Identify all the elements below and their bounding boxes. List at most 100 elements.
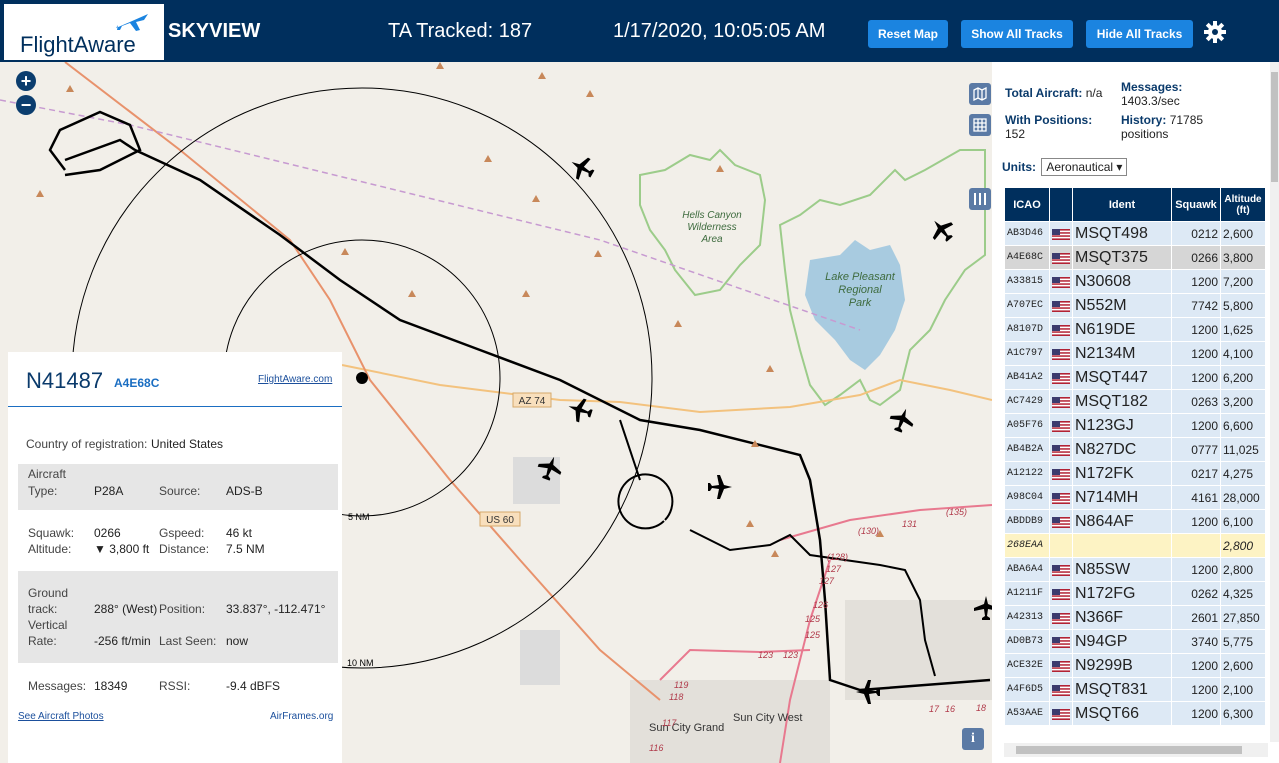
cell-icao: A1211F [1005, 582, 1049, 605]
history-label: History: [1121, 113, 1167, 127]
cell-flag [1050, 534, 1072, 557]
rssi-value: -9.4 dBFS [226, 679, 281, 693]
cell-icao: A05F76 [1005, 414, 1049, 437]
cell-squawk [1172, 534, 1220, 557]
grid-icon[interactable] [969, 114, 991, 136]
messages-rate-label: Messages: [1121, 80, 1183, 94]
table-row[interactable]: A4E68C MSQT375 0266 3,800 [1005, 246, 1265, 269]
cell-flag [1050, 222, 1072, 245]
col-squawk[interactable]: Squawk [1172, 188, 1220, 221]
flightaware-link[interactable]: FlightAware.com [258, 374, 332, 385]
us-flag-icon [1052, 564, 1070, 576]
table-row[interactable]: A53AAE MSQT66 1200 6,300 [1005, 702, 1265, 725]
horizontal-scrollbar[interactable] [1004, 743, 1268, 757]
cell-flag [1050, 246, 1072, 269]
country-value: United States [151, 437, 224, 451]
scrollbar-thumb[interactable] [1016, 746, 1242, 754]
map-label-5nm: 5 NM [348, 512, 370, 522]
zoom-in-button[interactable]: + [16, 71, 36, 91]
aircraft-table: ICAO Ident Squawk Altitude (ft) AB3D46 MS… [1004, 187, 1266, 726]
hide-all-tracks-button[interactable]: Hide All Tracks [1086, 20, 1193, 48]
col-ident[interactable]: Ident [1073, 188, 1171, 221]
position-value: 33.837°, -112.471° [226, 602, 326, 616]
table-row[interactable]: A42313 N366F 2601 27,850 [1005, 606, 1265, 629]
squawk-value: 0266 [94, 526, 121, 540]
table-row[interactable]: A05F76 N123GJ 1200 6,600 [1005, 414, 1265, 437]
table-row[interactable]: A1211F N172FG 0262 4,325 [1005, 582, 1265, 605]
history: History: 71785 positions [1121, 113, 1203, 141]
tracked-count: TA Tracked: 187 [388, 20, 533, 42]
map-label-route: 117 [662, 718, 677, 728]
cell-icao: ACE32E [1005, 654, 1049, 677]
table-row[interactable]: AC7429 MSQT182 0263 3,200 [1005, 390, 1265, 413]
table-row[interactable]: ABA6A4 N85SW 1200 2,800 [1005, 558, 1265, 581]
total-aircraft-label: Total Aircraft: [1005, 86, 1083, 100]
cell-icao: A8107D [1005, 318, 1049, 341]
reset-map-button[interactable]: Reset Map [868, 20, 948, 48]
units-select[interactable]: Aeronautical ▾ [1041, 158, 1128, 176]
cell-squawk: 1200 [1172, 414, 1220, 437]
scrollbar-thumb[interactable] [1271, 72, 1278, 182]
show-all-tracks-button[interactable]: Show All Tracks [961, 20, 1073, 48]
airplane-icon[interactable] [925, 213, 959, 247]
map-label-route: (128) [827, 552, 848, 562]
zoom-out-button[interactable]: − [16, 95, 36, 115]
current-datetime: 1/17/2020, 10:05:05 AM [613, 20, 826, 42]
vrate-value: -256 ft/min [94, 634, 151, 648]
airplane-icon[interactable] [708, 475, 732, 499]
airplane-icon[interactable] [566, 152, 599, 185]
info-button[interactable]: i [962, 728, 984, 750]
us-flag-icon [1052, 348, 1070, 360]
cell-icao: A1C797 [1005, 342, 1049, 365]
table-row[interactable]: 268EAA 2,800 [1005, 534, 1265, 557]
map-label-hells-canyon-2: Wilderness [687, 222, 736, 233]
flightaware-logo[interactable]: FlightAware [4, 4, 164, 60]
gear-icon[interactable] [1203, 20, 1227, 44]
cell-icao: AB3D46 [1005, 222, 1049, 245]
airplane-icon[interactable] [887, 405, 918, 436]
map-layers-icon[interactable] [969, 83, 991, 105]
cell-squawk: 4161 [1172, 486, 1220, 509]
us-flag-icon [1052, 492, 1070, 504]
us-flag-icon [1052, 636, 1070, 648]
table-row[interactable]: AB41A2 MSQT447 1200 6,200 [1005, 366, 1265, 389]
aircraft-photos-link[interactable]: See Aircraft Photos [18, 711, 104, 722]
table-row[interactable]: A707EC N552M 7742 5,800 [1005, 294, 1265, 317]
table-row[interactable]: A8107D N619DE 1200 1,625 [1005, 318, 1265, 341]
cell-squawk: 0262 [1172, 582, 1220, 605]
info-band [18, 571, 338, 663]
col-altitude[interactable]: Altitude (ft) [1221, 188, 1265, 221]
table-row[interactable]: A12122 N172FK 0217 4,275 [1005, 462, 1265, 485]
table-row[interactable]: ACE32E N9299B 1200 2,600 [1005, 654, 1265, 677]
map-label-hells-canyon-3: Area [700, 234, 723, 245]
map-label-route: 119 [674, 680, 688, 690]
with-positions-value: 152 [1005, 127, 1026, 141]
vertical-scrollbar[interactable] [1270, 62, 1279, 742]
cell-altitude: 2,100 [1221, 678, 1265, 701]
cell-squawk: 1200 [1172, 678, 1220, 701]
map-label-route: 17 [929, 704, 940, 714]
table-row[interactable]: A98C04 N714MH 4161 28,000 [1005, 486, 1265, 509]
map-label-hells-canyon-1: Hells Canyon [682, 210, 742, 221]
table-row[interactable]: A33815 N30608 1200 7,200 [1005, 270, 1265, 293]
table-row[interactable]: AD0B73 N94GP 3740 5,775 [1005, 630, 1265, 653]
table-row[interactable]: A4F6D5 MSQT831 1200 2,100 [1005, 678, 1265, 701]
col-flag[interactable] [1050, 188, 1072, 221]
cell-ident: N552M [1073, 294, 1171, 317]
cell-ident: MSQT831 [1073, 678, 1171, 701]
us-flag-icon [1052, 684, 1070, 696]
table-row[interactable]: A1C797 N2134M 1200 4,100 [1005, 342, 1265, 365]
col-icao[interactable]: ICAO [1005, 188, 1049, 221]
total-aircraft-value: n/a [1085, 86, 1103, 100]
columns-icon[interactable] [969, 188, 991, 210]
cell-altitude: 2,600 [1221, 654, 1265, 677]
map-label-lake-pleasant-3: Park [849, 297, 872, 309]
airframes-link[interactable]: AirFrames.org [270, 711, 333, 722]
table-row[interactable]: AB3D46 MSQT498 0212 2,600 [1005, 222, 1265, 245]
table-row[interactable]: ABDDB9 N864AF 1200 6,100 [1005, 510, 1265, 533]
us-flag-icon [1052, 252, 1070, 264]
distance-value: 7.5 NM [226, 542, 265, 556]
cell-squawk: 1200 [1172, 366, 1220, 389]
cell-icao: ABA6A4 [1005, 558, 1049, 581]
table-row[interactable]: AB4B2A N827DC 0777 11,025 [1005, 438, 1265, 461]
